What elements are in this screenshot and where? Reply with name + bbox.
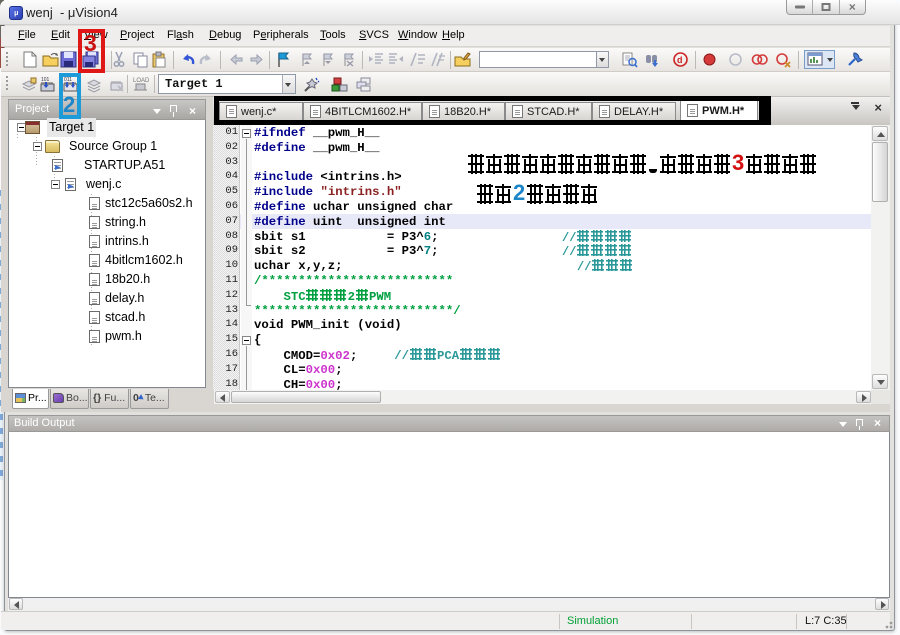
svg-text:d: d	[677, 55, 683, 65]
svg-text:LOAD: LOAD	[133, 78, 149, 84]
